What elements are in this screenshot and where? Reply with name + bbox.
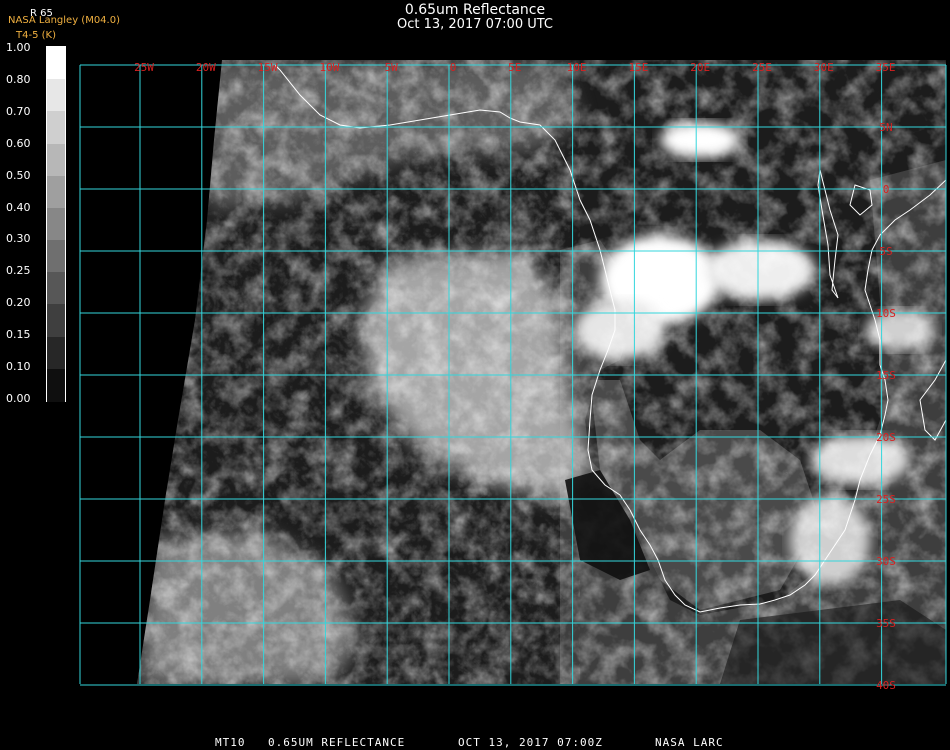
lat-label: 10S: [876, 307, 896, 320]
lat-label: 5N: [879, 121, 892, 134]
lat-label: 0: [883, 183, 890, 196]
lon-label: 35E: [876, 61, 896, 74]
lon-label: 20E: [690, 61, 710, 74]
lon-label: 0: [450, 61, 457, 74]
lon-label: 10E: [567, 61, 587, 74]
lon-label: 10W: [319, 61, 339, 74]
lat-label: 15S: [876, 369, 896, 382]
lat-label: 5S: [879, 245, 892, 258]
lon-label: 15E: [628, 61, 648, 74]
lon-label: 25W: [134, 61, 154, 74]
lat-label: 30S: [876, 555, 896, 568]
lat-label: 25S: [876, 493, 896, 506]
lon-label: 15W: [258, 61, 278, 74]
footer-source: NASA LARC: [655, 736, 724, 749]
lon-label: 30E: [814, 61, 834, 74]
lon-label: 5E: [508, 61, 521, 74]
lat-label: 35S: [876, 617, 896, 630]
lat-label: 20S: [876, 431, 896, 444]
satellite-map: 25W 20W 15W 10W 5W 0 5E 10E 15E 20E 25E 30E 35E 5N 0 5S…: [79, 60, 947, 692]
lon-label: 5W: [385, 61, 399, 74]
lat-label: 40S: [876, 679, 896, 692]
footer-product: 0.65UM REFLECTANCE: [268, 736, 406, 749]
lon-label: 25E: [752, 61, 772, 74]
footer-datetime: OCT 13, 2017 07:00Z: [458, 736, 603, 749]
footer-satellite: MT10: [215, 736, 246, 749]
lon-label: 20W: [196, 61, 216, 74]
